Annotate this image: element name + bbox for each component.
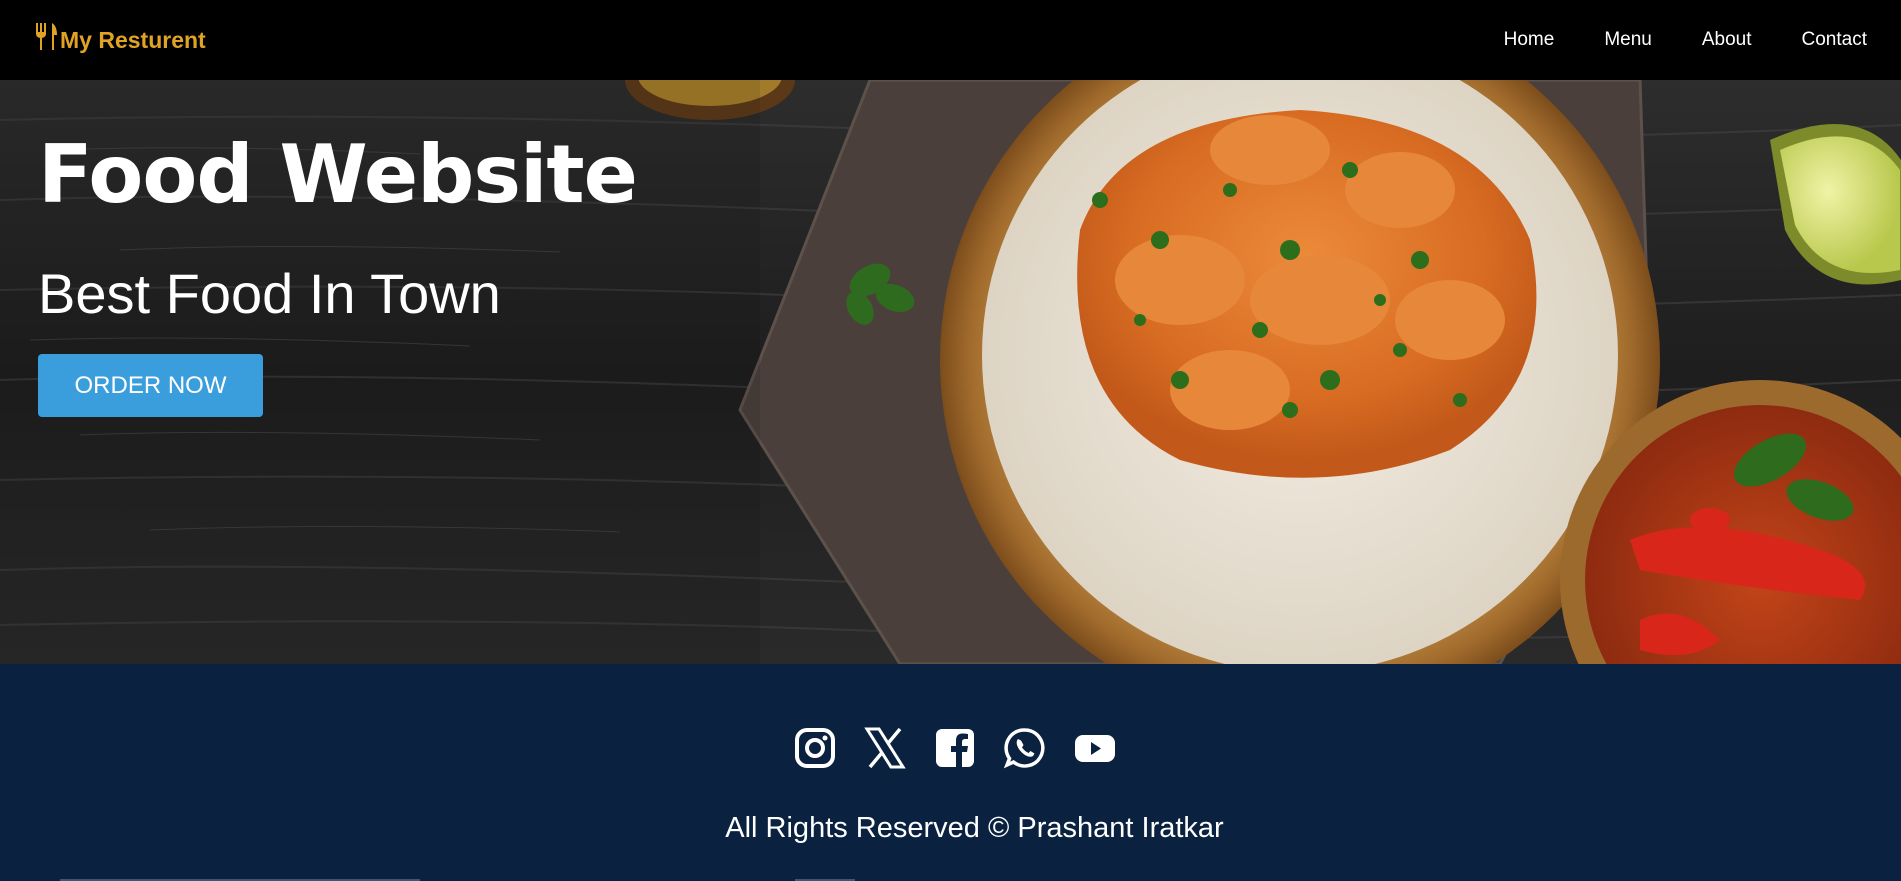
footer: All Rights Reserved © Prashant Iratkar <box>0 664 1901 881</box>
facebook-icon[interactable] <box>934 727 976 769</box>
hero-subtitle: Best Food In Town <box>38 262 501 325</box>
nav-link-about[interactable]: About <box>1702 29 1752 51</box>
instagram-icon[interactable] <box>794 727 836 769</box>
whatsapp-icon[interactable] <box>1003 727 1046 769</box>
social-links <box>0 727 1901 769</box>
brand-label: My Resturent <box>60 26 206 53</box>
nav-links: Home Menu About Contact <box>1454 29 1867 51</box>
hero-title: Food Website <box>38 128 638 221</box>
hero-section: Food Website Best Food In Town ORDER NOW <box>0 80 1901 664</box>
nav-link-contact[interactable]: Contact <box>1802 29 1867 51</box>
x-icon[interactable] <box>863 727 906 769</box>
order-now-button[interactable]: ORDER NOW <box>38 354 263 417</box>
copyright-text: All Rights Reserved © Prashant Iratkar <box>725 812 1224 844</box>
youtube-icon[interactable] <box>1074 727 1116 769</box>
navbar: My Resturent Home Menu About Contact <box>0 0 1901 80</box>
brand-link[interactable]: My Resturent <box>33 23 206 54</box>
nav-link-menu[interactable]: Menu <box>1604 29 1652 51</box>
utensils-icon <box>36 23 57 50</box>
nav-link-home[interactable]: Home <box>1504 29 1555 51</box>
